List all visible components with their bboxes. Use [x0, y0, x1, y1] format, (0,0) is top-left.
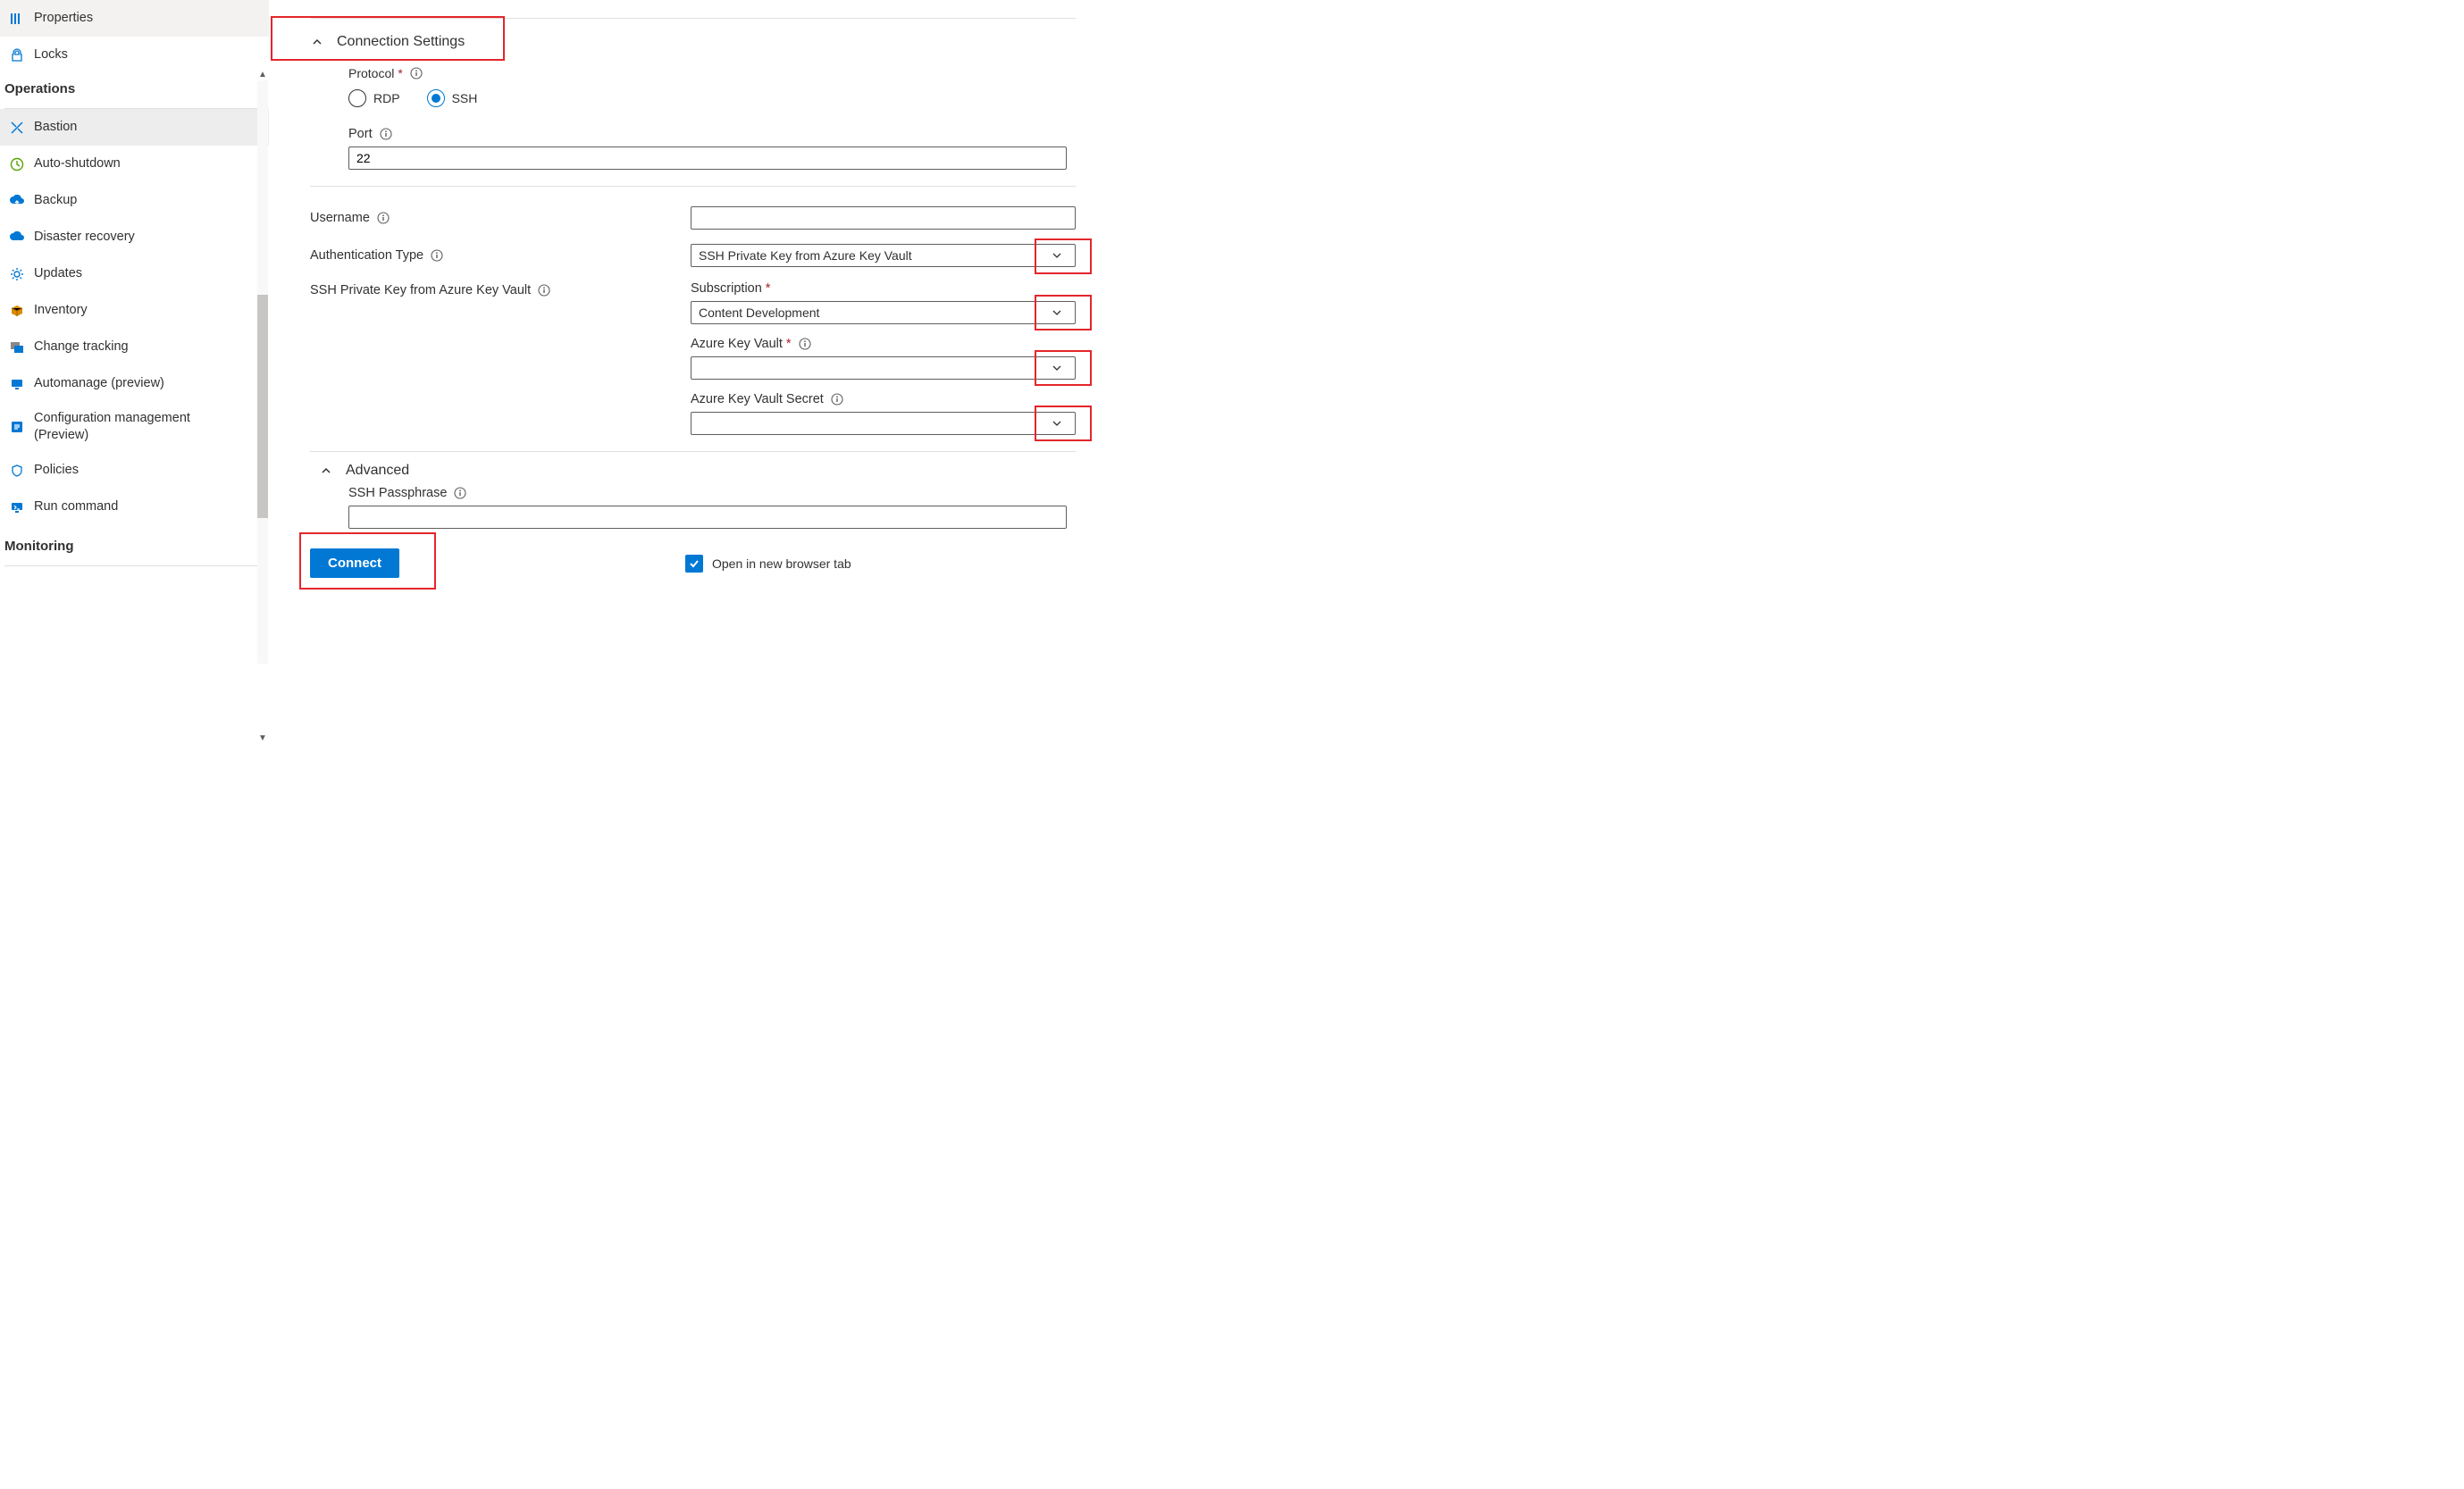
info-icon[interactable] [377, 212, 390, 224]
ssh-kv-label: SSH Private Key from Azure Key Vault [310, 281, 691, 297]
subscription-select[interactable]: Content Development [691, 301, 1076, 324]
sidebar-item-policies[interactable]: Policies [0, 452, 269, 489]
section-header-monitoring: Monitoring [0, 525, 269, 563]
chevron-down-icon [1039, 363, 1075, 373]
sidebar-item-label: Locks [34, 46, 68, 63]
expander-title: Advanced [346, 463, 409, 479]
clock-icon [9, 156, 25, 172]
azure-kv-secret-select[interactable] [691, 412, 1076, 435]
sidebar-item-backup[interactable]: Backup [0, 182, 269, 219]
radio-label: RDP [373, 91, 400, 105]
chevron-up-icon [319, 464, 333, 478]
protocol-label: Protocol * [348, 66, 1076, 80]
divider [310, 186, 1076, 187]
section-header-operations: Operations [0, 68, 269, 105]
gear-icon [9, 266, 25, 282]
azure-kv-label: Azure Key Vault * [691, 337, 1076, 351]
sidebar-item-label: Backup [34, 192, 77, 209]
sidebar-item-auto-shutdown[interactable]: Auto-shutdown [0, 146, 269, 182]
box-icon [9, 303, 25, 319]
expander-advanced[interactable]: Advanced [310, 452, 1076, 486]
info-icon[interactable] [410, 67, 423, 79]
sidebar-item-label: Inventory [34, 302, 88, 319]
main-content: Connection Settings Protocol * RDP [270, 0, 1232, 744]
sidebar-item-label: Change tracking [34, 339, 129, 356]
info-icon[interactable] [799, 338, 811, 350]
sidebar-item-label: Auto-shutdown [34, 155, 121, 172]
scroll-down-icon[interactable]: ▼ [257, 733, 268, 744]
sidebar-item-run-command[interactable]: Run command [0, 489, 269, 525]
info-icon[interactable] [538, 284, 550, 297]
sidebar-item-disaster-recovery[interactable]: Disaster recovery [0, 219, 269, 255]
bastion-icon [9, 120, 25, 136]
chevron-down-icon [1039, 250, 1075, 261]
sidebar-item-bastion[interactable]: Bastion [0, 109, 269, 146]
required-asterisk: * [786, 337, 792, 351]
select-value: Content Development [699, 305, 819, 320]
info-icon[interactable] [454, 487, 466, 499]
divider [4, 565, 264, 566]
select-value: SSH Private Key from Azure Key Vault [699, 248, 912, 263]
sidebar-item-automanage[interactable]: Automanage (preview) [0, 365, 269, 402]
highlight-box-connect [299, 532, 436, 590]
ssh-passphrase-label: SSH Passphrase [348, 486, 1076, 500]
sidebar-item-label: Run command [34, 498, 118, 515]
lock-icon [9, 47, 25, 63]
radio-circle [348, 89, 366, 107]
username-input[interactable] [691, 206, 1076, 230]
change-icon [9, 339, 25, 356]
info-icon[interactable] [831, 393, 843, 406]
auth-type-label: Authentication Type [310, 248, 691, 263]
required-asterisk: * [766, 281, 771, 296]
sidebar-item-inventory[interactable]: Inventory [0, 292, 269, 329]
info-icon[interactable] [380, 128, 392, 140]
scroll-up-icon[interactable]: ▲ [257, 70, 268, 80]
radio-label: SSH [452, 91, 478, 105]
highlight-box-connection-settings [271, 16, 505, 61]
sidebar-item-change-tracking[interactable]: Change tracking [0, 329, 269, 365]
radio-rdp[interactable]: RDP [348, 89, 400, 107]
chevron-down-icon [1039, 307, 1075, 318]
ssh-passphrase-input[interactable] [348, 506, 1067, 529]
sidebar-item-label: Properties [34, 10, 93, 27]
properties-icon [9, 11, 25, 27]
azure-kv-select[interactable] [691, 356, 1076, 380]
azure-kv-secret-label: Azure Key Vault Secret [691, 392, 1076, 406]
username-label: Username [310, 211, 691, 225]
cloud-up-icon [9, 193, 25, 209]
sidebar: Properties Locks Operations Bastion [0, 0, 270, 744]
monitor-icon [9, 499, 25, 515]
scrollbar-thumb[interactable] [257, 295, 268, 518]
config-icon [9, 419, 25, 435]
protocol-radio-group: RDP SSH [348, 89, 1076, 107]
cloud-dr-icon [9, 230, 25, 246]
sidebar-item-label: Updates [34, 265, 82, 282]
sidebar-item-label: Bastion [34, 119, 77, 136]
sidebar-item-label: Automanage (preview) [34, 375, 164, 392]
sidebar-item-updates[interactable]: Updates [0, 255, 269, 292]
sidebar-item-properties[interactable]: Properties [0, 0, 269, 37]
required-asterisk: * [398, 66, 402, 80]
chevron-down-icon [1039, 418, 1075, 429]
radio-circle-checked [427, 89, 445, 107]
sidebar-item-configuration-management[interactable]: Configuration management (Preview) [0, 402, 269, 452]
open-new-tab-label: Open in new browser tab [712, 556, 851, 571]
radio-ssh[interactable]: SSH [427, 89, 478, 107]
port-input[interactable] [348, 146, 1067, 170]
scrollbar[interactable] [257, 80, 268, 664]
policies-icon [9, 463, 25, 479]
sidebar-item-label: Policies [34, 462, 79, 479]
port-label: Port [348, 127, 1076, 141]
sidebar-item-label: Configuration management (Preview) [34, 410, 230, 444]
open-new-tab-checkbox[interactable] [685, 555, 703, 573]
automanage-icon [9, 376, 25, 392]
info-icon[interactable] [431, 249, 443, 262]
sidebar-item-label: Disaster recovery [34, 229, 135, 246]
subscription-label: Subscription * [691, 281, 1076, 296]
auth-type-select[interactable]: SSH Private Key from Azure Key Vault [691, 244, 1076, 267]
